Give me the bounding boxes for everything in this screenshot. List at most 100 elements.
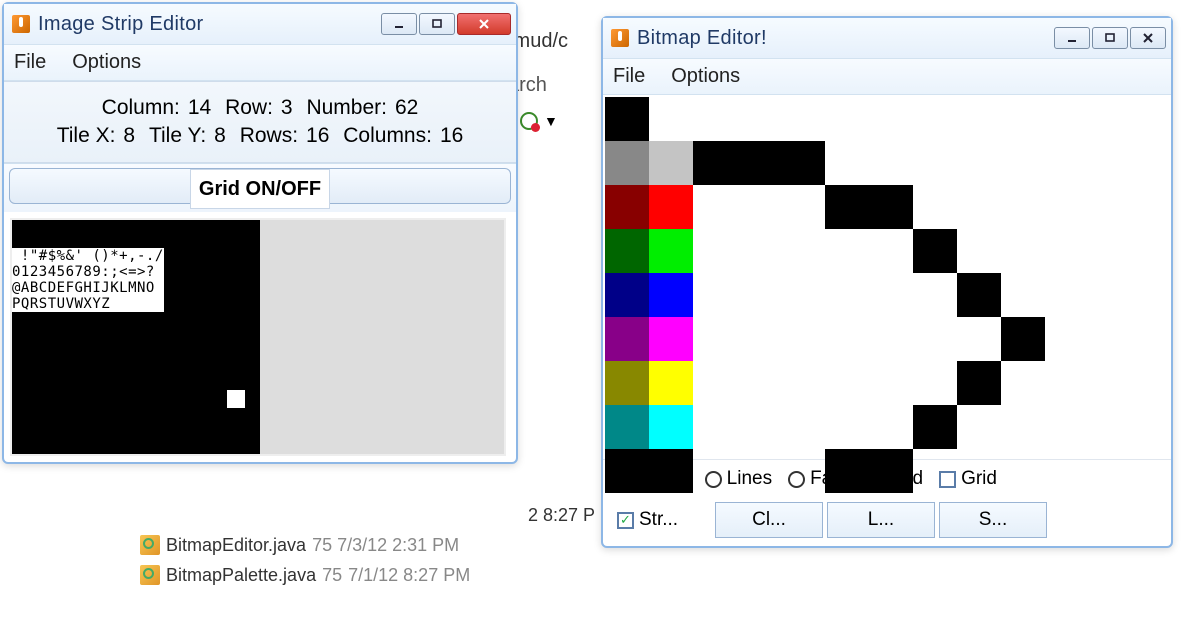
pixel-cell[interactable] bbox=[869, 229, 913, 273]
pixel-cell[interactable] bbox=[869, 185, 913, 229]
pixel-cell[interactable] bbox=[781, 141, 825, 185]
palette-swatch[interactable] bbox=[605, 405, 649, 449]
pixel-cell[interactable] bbox=[1045, 405, 1089, 449]
pixel-cell[interactable] bbox=[781, 97, 825, 141]
palette-swatch[interactable] bbox=[649, 405, 693, 449]
pixel-cell[interactable] bbox=[957, 141, 1001, 185]
pixel-cell[interactable] bbox=[1045, 449, 1089, 493]
menu-file[interactable]: File bbox=[14, 51, 46, 74]
pixel-cell[interactable] bbox=[957, 449, 1001, 493]
pixel-cell[interactable] bbox=[825, 317, 869, 361]
pixel-cell[interactable] bbox=[781, 229, 825, 273]
pixel-cell[interactable] bbox=[605, 449, 649, 493]
pixel-cell[interactable] bbox=[825, 449, 869, 493]
pixel-cell[interactable] bbox=[1045, 97, 1089, 141]
pixel-cell[interactable] bbox=[957, 361, 1001, 405]
palette-swatch[interactable] bbox=[605, 229, 649, 273]
pixel-cell[interactable] bbox=[1089, 97, 1133, 141]
window-bitmap-editor[interactable]: Bitmap Editor! File Options Pen... Lines… bbox=[601, 16, 1173, 548]
pixel-cell[interactable] bbox=[825, 361, 869, 405]
pixel-cell[interactable] bbox=[781, 273, 825, 317]
palette-swatch[interactable] bbox=[605, 361, 649, 405]
palette-swatch[interactable] bbox=[649, 229, 693, 273]
pixel-cell[interactable] bbox=[1001, 141, 1045, 185]
pixel-cell[interactable] bbox=[1045, 141, 1089, 185]
pixel-cell[interactable] bbox=[1001, 185, 1045, 229]
pixel-cell[interactable] bbox=[1089, 361, 1133, 405]
pixel-cell[interactable] bbox=[957, 317, 1001, 361]
pixel-cell[interactable] bbox=[693, 141, 737, 185]
pixel-cell[interactable] bbox=[913, 449, 957, 493]
window-strip-editor[interactable]: Image Strip Editor File Options Column:1… bbox=[2, 2, 518, 464]
pixel-cell[interactable] bbox=[693, 273, 737, 317]
maximize-button[interactable] bbox=[419, 13, 455, 35]
pixel-cell[interactable] bbox=[869, 449, 913, 493]
pixel-cell[interactable] bbox=[1089, 229, 1133, 273]
pixel-cell[interactable] bbox=[693, 317, 737, 361]
pixel-cell[interactable] bbox=[605, 97, 649, 141]
palette-swatch[interactable] bbox=[649, 141, 693, 185]
pixel-cell[interactable] bbox=[913, 317, 957, 361]
pixel-cell[interactable] bbox=[957, 185, 1001, 229]
strip-canvas[interactable]: !"#$%&' ()*+,-./ 0123456789:;<=>? @ABCDE… bbox=[4, 212, 516, 462]
pixel-cell[interactable] bbox=[1045, 361, 1089, 405]
pixel-cell[interactable] bbox=[913, 405, 957, 449]
clear-button[interactable]: Cl... bbox=[715, 502, 823, 538]
pixel-cell[interactable] bbox=[781, 361, 825, 405]
pixel-cell[interactable] bbox=[913, 185, 957, 229]
pixel-cell[interactable] bbox=[693, 449, 737, 493]
pixel-cell[interactable] bbox=[825, 229, 869, 273]
pixel-cell[interactable] bbox=[737, 97, 781, 141]
pixel-cell[interactable] bbox=[825, 185, 869, 229]
pixel-cell[interactable] bbox=[1045, 273, 1089, 317]
close-button[interactable] bbox=[1130, 27, 1166, 49]
pixel-cell[interactable] bbox=[649, 449, 693, 493]
pixel-cell[interactable] bbox=[869, 405, 913, 449]
str-checkbox[interactable]: ✓Str... bbox=[611, 502, 711, 538]
pixel-cell[interactable] bbox=[737, 449, 781, 493]
pixel-cell[interactable] bbox=[649, 97, 693, 141]
palette-swatch[interactable] bbox=[605, 185, 649, 229]
pixel-cell[interactable] bbox=[869, 361, 913, 405]
pixel-cell[interactable] bbox=[913, 97, 957, 141]
titlebar-strip[interactable]: Image Strip Editor bbox=[4, 4, 516, 44]
pixel-cell[interactable] bbox=[957, 229, 1001, 273]
maximize-button[interactable] bbox=[1092, 27, 1128, 49]
pixel-cell[interactable] bbox=[957, 273, 1001, 317]
minimize-button[interactable] bbox=[1054, 27, 1090, 49]
pixel-cell[interactable] bbox=[825, 405, 869, 449]
pixel-cell[interactable] bbox=[869, 97, 913, 141]
pixel-cell[interactable] bbox=[737, 405, 781, 449]
menu-file[interactable]: File bbox=[613, 65, 645, 88]
pixel-cell[interactable] bbox=[737, 185, 781, 229]
pixel-cell[interactable] bbox=[913, 229, 957, 273]
pixel-cell[interactable] bbox=[693, 405, 737, 449]
pixel-cell[interactable] bbox=[869, 141, 913, 185]
pixel-cell[interactable] bbox=[957, 405, 1001, 449]
pixel-cell[interactable] bbox=[825, 141, 869, 185]
palette-swatch[interactable] bbox=[649, 317, 693, 361]
minimize-button[interactable] bbox=[381, 13, 417, 35]
pixel-cell[interactable] bbox=[1001, 97, 1045, 141]
grid-toggle-button[interactable]: Grid ON/OFF bbox=[9, 168, 511, 204]
palette-swatch[interactable] bbox=[605, 273, 649, 317]
pixel-cell[interactable] bbox=[693, 97, 737, 141]
palette-swatch[interactable] bbox=[649, 361, 693, 405]
pixel-cell[interactable] bbox=[1089, 449, 1133, 493]
pixel-cell[interactable] bbox=[957, 97, 1001, 141]
pixel-cell[interactable] bbox=[913, 273, 957, 317]
pixel-cell[interactable] bbox=[781, 449, 825, 493]
pixel-cell[interactable] bbox=[1045, 317, 1089, 361]
pixel-cell[interactable] bbox=[1001, 317, 1045, 361]
pixel-cell[interactable] bbox=[1045, 229, 1089, 273]
pixel-cell[interactable] bbox=[737, 229, 781, 273]
pixel-cell[interactable] bbox=[693, 229, 737, 273]
pixel-cell[interactable] bbox=[869, 317, 913, 361]
pixel-cell[interactable] bbox=[1089, 185, 1133, 229]
pixel-cell[interactable] bbox=[913, 361, 957, 405]
bitmap-canvas[interactable] bbox=[605, 97, 1165, 457]
pixel-cell[interactable] bbox=[825, 97, 869, 141]
pixel-cell[interactable] bbox=[737, 273, 781, 317]
palette-swatch[interactable] bbox=[649, 273, 693, 317]
pixel-cell[interactable] bbox=[737, 361, 781, 405]
